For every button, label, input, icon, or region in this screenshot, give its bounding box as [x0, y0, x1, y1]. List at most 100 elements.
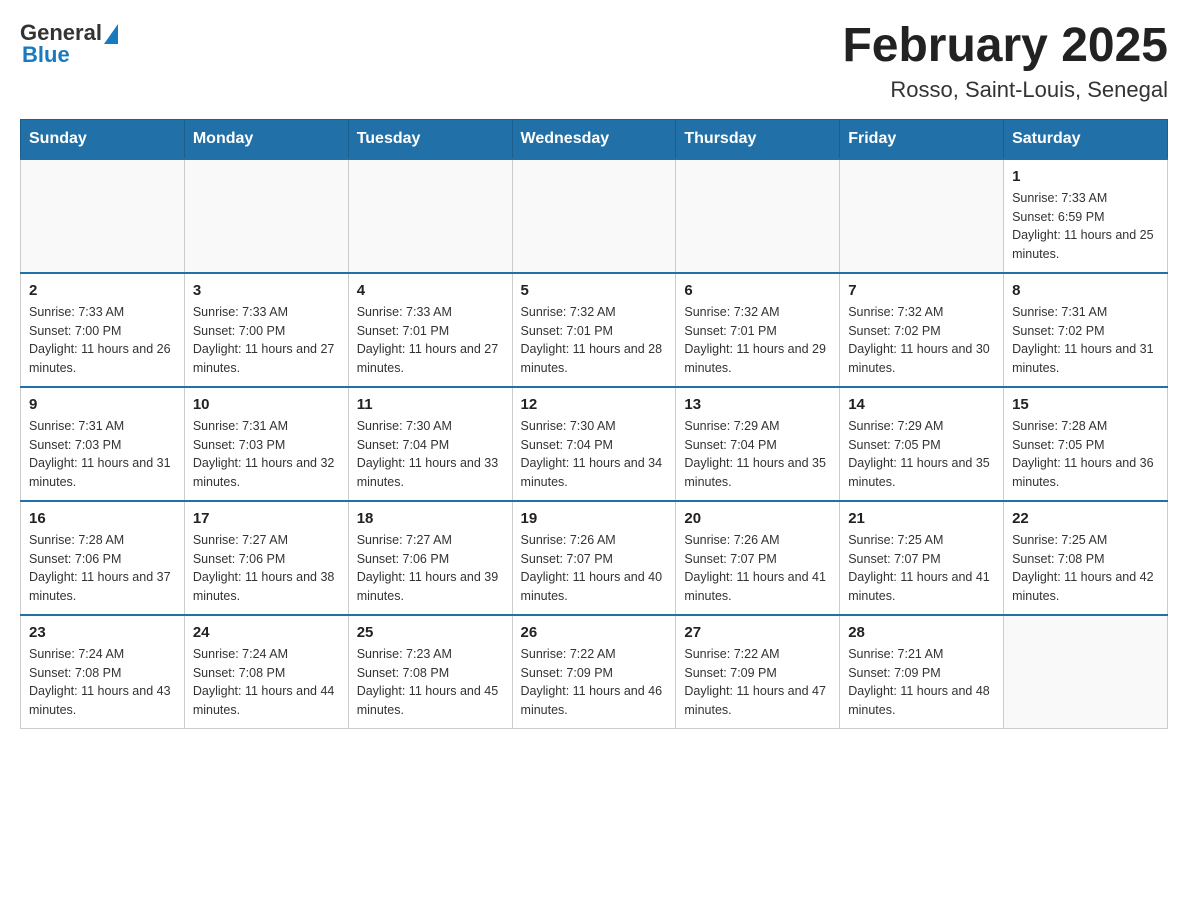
- calendar-cell: [840, 159, 1004, 273]
- calendar-cell: 8 Sunrise: 7:31 AMSunset: 7:02 PMDaylight…: [1004, 273, 1168, 387]
- day-number: 18: [357, 510, 504, 527]
- calendar-cell: 11 Sunrise: 7:30 AMSunset: 7:04 PMDayligh…: [348, 387, 512, 501]
- day-info: Sunrise: 7:25 AMSunset: 7:07 PMDaylight:…: [848, 531, 995, 606]
- weekday-header-wednesday: Wednesday: [512, 119, 676, 159]
- day-info: Sunrise: 7:24 AMSunset: 7:08 PMDaylight:…: [29, 645, 176, 720]
- week-row-3: 9 Sunrise: 7:31 AMSunset: 7:03 PMDaylight…: [21, 387, 1168, 501]
- day-info: Sunrise: 7:31 AMSunset: 7:02 PMDaylight:…: [1012, 303, 1159, 378]
- weekday-header-friday: Friday: [840, 119, 1004, 159]
- calendar-cell: 24 Sunrise: 7:24 AMSunset: 7:08 PMDayligh…: [184, 615, 348, 729]
- day-info: Sunrise: 7:29 AMSunset: 7:05 PMDaylight:…: [848, 417, 995, 492]
- day-number: 22: [1012, 510, 1159, 527]
- day-info: Sunrise: 7:32 AMSunset: 7:01 PMDaylight:…: [521, 303, 668, 378]
- week-row-4: 16Sunrise: 7:28 AMSunset: 7:06 PMDayligh…: [21, 501, 1168, 615]
- calendar-cell: 25 Sunrise: 7:23 AMSunset: 7:08 PMDayligh…: [348, 615, 512, 729]
- day-number: 15: [1012, 396, 1159, 413]
- day-number: 5: [521, 282, 668, 299]
- day-number: 20: [684, 510, 831, 527]
- calendar-cell: 1 Sunrise: 7:33 AMSunset: 6:59 PMDaylight…: [1004, 159, 1168, 273]
- calendar-table: SundayMondayTuesdayWednesdayThursdayFrid…: [20, 119, 1168, 729]
- weekday-header-tuesday: Tuesday: [348, 119, 512, 159]
- day-number: 2: [29, 282, 176, 299]
- calendar-cell: 19 Sunrise: 7:26 AMSunset: 7:07 PMDayligh…: [512, 501, 676, 615]
- day-number: 9: [29, 396, 176, 413]
- calendar-cell: 16Sunrise: 7:28 AMSunset: 7:06 PMDayligh…: [21, 501, 185, 615]
- day-info: Sunrise: 7:33 AMSunset: 7:00 PMDaylight:…: [29, 303, 176, 378]
- calendar-cell: 10Sunrise: 7:31 AMSunset: 7:03 PMDayligh…: [184, 387, 348, 501]
- month-title: February 2025: [842, 20, 1168, 73]
- week-row-5: 23 Sunrise: 7:24 AMSunset: 7:08 PMDayligh…: [21, 615, 1168, 729]
- day-info: Sunrise: 7:32 AMSunset: 7:01 PMDaylight:…: [684, 303, 831, 378]
- day-number: 27: [684, 624, 831, 641]
- calendar-cell: 23 Sunrise: 7:24 AMSunset: 7:08 PMDayligh…: [21, 615, 185, 729]
- day-number: 3: [193, 282, 340, 299]
- day-info: Sunrise: 7:22 AMSunset: 7:09 PMDaylight:…: [521, 645, 668, 720]
- calendar-cell: 9 Sunrise: 7:31 AMSunset: 7:03 PMDaylight…: [21, 387, 185, 501]
- day-info: Sunrise: 7:21 AMSunset: 7:09 PMDaylight:…: [848, 645, 995, 720]
- day-number: 6: [684, 282, 831, 299]
- day-info: Sunrise: 7:24 AMSunset: 7:08 PMDaylight:…: [193, 645, 340, 720]
- day-info: Sunrise: 7:30 AMSunset: 7:04 PMDaylight:…: [521, 417, 668, 492]
- calendar-cell: 27 Sunrise: 7:22 AMSunset: 7:09 PMDayligh…: [676, 615, 840, 729]
- calendar-cell: 15 Sunrise: 7:28 AMSunset: 7:05 PMDayligh…: [1004, 387, 1168, 501]
- week-row-2: 2 Sunrise: 7:33 AMSunset: 7:00 PMDaylight…: [21, 273, 1168, 387]
- calendar-cell: 28 Sunrise: 7:21 AMSunset: 7:09 PMDayligh…: [840, 615, 1004, 729]
- calendar-cell: 6 Sunrise: 7:32 AMSunset: 7:01 PMDaylight…: [676, 273, 840, 387]
- day-number: 10: [193, 396, 340, 413]
- day-number: 17: [193, 510, 340, 527]
- calendar-cell: [676, 159, 840, 273]
- weekday-header-sunday: Sunday: [21, 119, 185, 159]
- week-row-1: 1 Sunrise: 7:33 AMSunset: 6:59 PMDaylight…: [21, 159, 1168, 273]
- day-number: 24: [193, 624, 340, 641]
- day-info: Sunrise: 7:27 AMSunset: 7:06 PMDaylight:…: [357, 531, 504, 606]
- day-info: Sunrise: 7:28 AMSunset: 7:05 PMDaylight:…: [1012, 417, 1159, 492]
- day-number: 1: [1012, 168, 1159, 185]
- day-info: Sunrise: 7:26 AMSunset: 7:07 PMDaylight:…: [521, 531, 668, 606]
- day-info: Sunrise: 7:26 AMSunset: 7:07 PMDaylight:…: [684, 531, 831, 606]
- calendar-cell: 22Sunrise: 7:25 AMSunset: 7:08 PMDayligh…: [1004, 501, 1168, 615]
- calendar-cell: 2 Sunrise: 7:33 AMSunset: 7:00 PMDaylight…: [21, 273, 185, 387]
- day-info: Sunrise: 7:33 AMSunset: 6:59 PMDaylight:…: [1012, 189, 1159, 264]
- logo-blue-text: Blue: [22, 42, 70, 68]
- title-block: February 2025 Rosso, Saint-Louis, Senega…: [842, 20, 1168, 103]
- day-number: 13: [684, 396, 831, 413]
- logo: General Blue: [20, 20, 118, 68]
- day-number: 23: [29, 624, 176, 641]
- day-number: 7: [848, 282, 995, 299]
- day-info: Sunrise: 7:30 AMSunset: 7:04 PMDaylight:…: [357, 417, 504, 492]
- day-number: 11: [357, 396, 504, 413]
- calendar-cell: 5 Sunrise: 7:32 AMSunset: 7:01 PMDaylight…: [512, 273, 676, 387]
- day-number: 8: [1012, 282, 1159, 299]
- day-info: Sunrise: 7:33 AMSunset: 7:01 PMDaylight:…: [357, 303, 504, 378]
- day-info: Sunrise: 7:33 AMSunset: 7:00 PMDaylight:…: [193, 303, 340, 378]
- calendar-cell: 18 Sunrise: 7:27 AMSunset: 7:06 PMDayligh…: [348, 501, 512, 615]
- weekday-header-saturday: Saturday: [1004, 119, 1168, 159]
- weekday-header-row: SundayMondayTuesdayWednesdayThursdayFrid…: [21, 119, 1168, 159]
- calendar-cell: 4 Sunrise: 7:33 AMSunset: 7:01 PMDaylight…: [348, 273, 512, 387]
- day-number: 4: [357, 282, 504, 299]
- calendar-cell: 20 Sunrise: 7:26 AMSunset: 7:07 PMDayligh…: [676, 501, 840, 615]
- weekday-header-monday: Monday: [184, 119, 348, 159]
- day-number: 14: [848, 396, 995, 413]
- day-number: 12: [521, 396, 668, 413]
- calendar-cell: 13Sunrise: 7:29 AMSunset: 7:04 PMDayligh…: [676, 387, 840, 501]
- day-info: Sunrise: 7:27 AMSunset: 7:06 PMDaylight:…: [193, 531, 340, 606]
- day-info: Sunrise: 7:31 AMSunset: 7:03 PMDaylight:…: [29, 417, 176, 492]
- calendar-cell: 21Sunrise: 7:25 AMSunset: 7:07 PMDayligh…: [840, 501, 1004, 615]
- calendar-cell: [512, 159, 676, 273]
- day-number: 19: [521, 510, 668, 527]
- calendar-cell: [184, 159, 348, 273]
- calendar-cell: 3 Sunrise: 7:33 AMSunset: 7:00 PMDaylight…: [184, 273, 348, 387]
- page-header: General Blue February 2025 Rosso, Saint-…: [20, 20, 1168, 103]
- day-info: Sunrise: 7:23 AMSunset: 7:08 PMDaylight:…: [357, 645, 504, 720]
- day-number: 26: [521, 624, 668, 641]
- day-info: Sunrise: 7:22 AMSunset: 7:09 PMDaylight:…: [684, 645, 831, 720]
- calendar-cell: 12 Sunrise: 7:30 AMSunset: 7:04 PMDayligh…: [512, 387, 676, 501]
- day-info: Sunrise: 7:32 AMSunset: 7:02 PMDaylight:…: [848, 303, 995, 378]
- calendar-cell: 14 Sunrise: 7:29 AMSunset: 7:05 PMDayligh…: [840, 387, 1004, 501]
- day-number: 28: [848, 624, 995, 641]
- calendar-cell: 26 Sunrise: 7:22 AMSunset: 7:09 PMDayligh…: [512, 615, 676, 729]
- day-info: Sunrise: 7:28 AMSunset: 7:06 PMDaylight:…: [29, 531, 176, 606]
- calendar-cell: 17 Sunrise: 7:27 AMSunset: 7:06 PMDayligh…: [184, 501, 348, 615]
- day-number: 25: [357, 624, 504, 641]
